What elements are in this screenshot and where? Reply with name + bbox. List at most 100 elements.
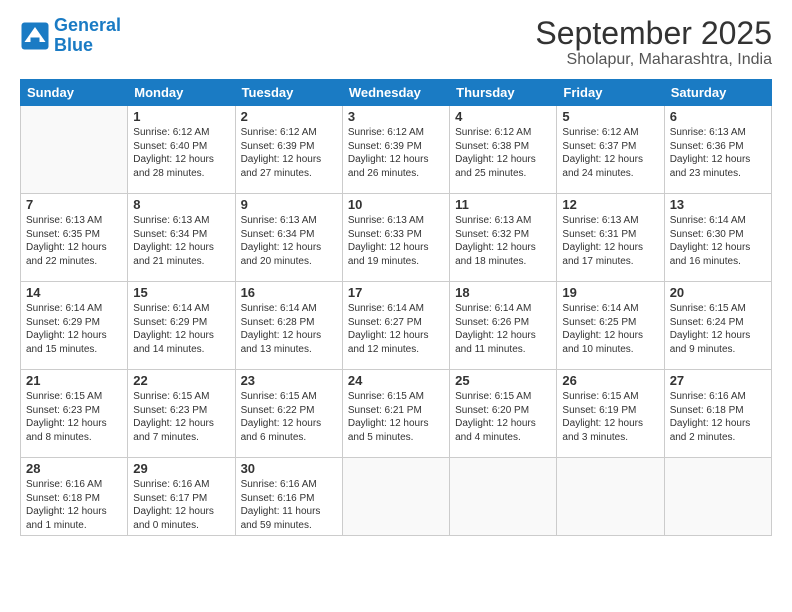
day-number: 8 bbox=[133, 197, 229, 212]
day-info: Sunrise: 6:13 AM Sunset: 6:35 PM Dayligh… bbox=[26, 214, 122, 268]
day-number: 15 bbox=[133, 285, 229, 300]
calendar-cell: 29 Sunrise: 6:16 AM Sunset: 6:17 PM Dayli… bbox=[128, 458, 235, 536]
calendar-cell: 15Sunrise: 6:14 AM Sunset: 6:29 PM Dayli… bbox=[128, 282, 235, 370]
calendar-week-4: 21 Sunrise: 6:15 AM Sunset: 6:23 PM Dayli… bbox=[21, 370, 772, 458]
calendar-cell: 24 Sunrise: 6:15 AM Sunset: 6:21 PM Dayli… bbox=[342, 370, 449, 458]
calendar-cell bbox=[664, 458, 771, 536]
day-info: Sunrise: 6:13 AM Sunset: 6:31 PM Dayligh… bbox=[562, 214, 658, 268]
day-number: 3 bbox=[348, 109, 444, 124]
day-number: 4 bbox=[455, 109, 551, 124]
calendar-cell: 27 Sunrise: 6:16 AM Sunset: 6:18 PM Dayli… bbox=[664, 370, 771, 458]
day-info: Sunrise: 6:15 AM Sunset: 6:24 PM Dayligh… bbox=[670, 302, 766, 356]
calendar-header-wednesday: Wednesday bbox=[342, 80, 449, 106]
day-number: 14 bbox=[26, 285, 122, 300]
day-number: 20 bbox=[670, 285, 766, 300]
day-number: 18 bbox=[455, 285, 551, 300]
calendar-week-1: 1 Sunrise: 6:12 AM Sunset: 6:40 PM Daylig… bbox=[21, 106, 772, 194]
day-info: Sunrise: 6:14 AM Sunset: 6:30 PM Dayligh… bbox=[670, 214, 766, 268]
calendar-cell: 3 Sunrise: 6:12 AM Sunset: 6:39 PM Daylig… bbox=[342, 106, 449, 194]
day-info: Sunrise: 6:15 AM Sunset: 6:21 PM Dayligh… bbox=[348, 390, 444, 444]
calendar-cell: 28 Sunrise: 6:16 AM Sunset: 6:18 PM Dayli… bbox=[21, 458, 128, 536]
calendar-cell bbox=[342, 458, 449, 536]
calendar-cell: 21 Sunrise: 6:15 AM Sunset: 6:23 PM Dayli… bbox=[21, 370, 128, 458]
day-number: 24 bbox=[348, 373, 444, 388]
day-info: Sunrise: 6:12 AM Sunset: 6:39 PM Dayligh… bbox=[241, 126, 337, 180]
calendar-cell bbox=[21, 106, 128, 194]
calendar-cell: 30 Sunrise: 6:16 AM Sunset: 6:16 PM Dayli… bbox=[235, 458, 342, 536]
day-number: 11 bbox=[455, 197, 551, 212]
day-info: Sunrise: 6:12 AM Sunset: 6:39 PM Dayligh… bbox=[348, 126, 444, 180]
calendar-cell: 17 Sunrise: 6:14 AM Sunset: 6:27 PM Dayli… bbox=[342, 282, 449, 370]
logo: General Blue bbox=[20, 16, 121, 56]
day-number: 17 bbox=[348, 285, 444, 300]
day-info: Sunrise: 6:12 AM Sunset: 6:37 PM Dayligh… bbox=[562, 126, 658, 180]
day-info: Sunrise: 6:14 AM Sunset: 6:26 PM Dayligh… bbox=[455, 302, 551, 356]
day-info: Sunrise: 6:14 AM Sunset: 6:28 PM Dayligh… bbox=[241, 302, 337, 356]
day-number: 27 bbox=[670, 373, 766, 388]
day-info: Sunrise: 6:15 AM Sunset: 6:20 PM Dayligh… bbox=[455, 390, 551, 444]
day-info: Sunrise: 6:14 AM Sunset: 6:27 PM Dayligh… bbox=[348, 302, 444, 356]
calendar-cell: 7 Sunrise: 6:13 AM Sunset: 6:35 PM Daylig… bbox=[21, 194, 128, 282]
calendar-cell: 8 Sunrise: 6:13 AM Sunset: 6:34 PM Daylig… bbox=[128, 194, 235, 282]
calendar-header-saturday: Saturday bbox=[664, 80, 771, 106]
calendar-cell: 18 Sunrise: 6:14 AM Sunset: 6:26 PM Dayli… bbox=[450, 282, 557, 370]
calendar-cell: 13 Sunrise: 6:14 AM Sunset: 6:30 PM Dayli… bbox=[664, 194, 771, 282]
calendar-cell: 9Sunrise: 6:13 AM Sunset: 6:34 PM Daylig… bbox=[235, 194, 342, 282]
day-number: 10 bbox=[348, 197, 444, 212]
day-number: 28 bbox=[26, 461, 122, 476]
day-number: 9 bbox=[241, 197, 337, 212]
day-number: 29 bbox=[133, 461, 229, 476]
day-info: Sunrise: 6:16 AM Sunset: 6:17 PM Dayligh… bbox=[133, 478, 229, 532]
calendar-cell: 22 Sunrise: 6:15 AM Sunset: 6:23 PM Dayli… bbox=[128, 370, 235, 458]
calendar-cell: 6 Sunrise: 6:13 AM Sunset: 6:36 PM Daylig… bbox=[664, 106, 771, 194]
calendar-header-thursday: Thursday bbox=[450, 80, 557, 106]
day-number: 25 bbox=[455, 373, 551, 388]
day-info: Sunrise: 6:15 AM Sunset: 6:22 PM Dayligh… bbox=[241, 390, 337, 444]
calendar-header-tuesday: Tuesday bbox=[235, 80, 342, 106]
calendar-week-2: 7 Sunrise: 6:13 AM Sunset: 6:35 PM Daylig… bbox=[21, 194, 772, 282]
logo-general: General bbox=[54, 15, 121, 35]
day-info: Sunrise: 6:16 AM Sunset: 6:18 PM Dayligh… bbox=[26, 478, 122, 532]
day-number: 26 bbox=[562, 373, 658, 388]
day-info: Sunrise: 6:16 AM Sunset: 6:18 PM Dayligh… bbox=[670, 390, 766, 444]
day-info: Sunrise: 6:14 AM Sunset: 6:25 PM Dayligh… bbox=[562, 302, 658, 356]
logo-text: General Blue bbox=[54, 16, 121, 56]
page: General Blue September 2025 Sholapur, Ma… bbox=[0, 0, 792, 612]
calendar-cell: 5 Sunrise: 6:12 AM Sunset: 6:37 PM Daylig… bbox=[557, 106, 664, 194]
calendar-week-3: 14Sunrise: 6:14 AM Sunset: 6:29 PM Dayli… bbox=[21, 282, 772, 370]
day-info: Sunrise: 6:13 AM Sunset: 6:34 PM Dayligh… bbox=[133, 214, 229, 268]
day-number: 22 bbox=[133, 373, 229, 388]
title-section: September 2025 Sholapur, Maharashtra, In… bbox=[535, 16, 772, 69]
calendar-cell: 4Sunrise: 6:12 AM Sunset: 6:38 PM Daylig… bbox=[450, 106, 557, 194]
logo-blue: Blue bbox=[54, 35, 93, 55]
day-number: 30 bbox=[241, 461, 337, 476]
day-number: 1 bbox=[133, 109, 229, 124]
calendar-cell: 14Sunrise: 6:14 AM Sunset: 6:29 PM Dayli… bbox=[21, 282, 128, 370]
header: General Blue September 2025 Sholapur, Ma… bbox=[20, 16, 772, 69]
day-number: 6 bbox=[670, 109, 766, 124]
calendar-cell: 1 Sunrise: 6:12 AM Sunset: 6:40 PM Daylig… bbox=[128, 106, 235, 194]
day-info: Sunrise: 6:15 AM Sunset: 6:23 PM Dayligh… bbox=[133, 390, 229, 444]
day-info: Sunrise: 6:15 AM Sunset: 6:23 PM Dayligh… bbox=[26, 390, 122, 444]
calendar-header-sunday: Sunday bbox=[21, 80, 128, 106]
day-number: 13 bbox=[670, 197, 766, 212]
calendar-cell: 19 Sunrise: 6:14 AM Sunset: 6:25 PM Dayli… bbox=[557, 282, 664, 370]
calendar-header-friday: Friday bbox=[557, 80, 664, 106]
day-info: Sunrise: 6:12 AM Sunset: 6:40 PM Dayligh… bbox=[133, 126, 229, 180]
day-number: 5 bbox=[562, 109, 658, 124]
calendar-table: SundayMondayTuesdayWednesdayThursdayFrid… bbox=[20, 79, 772, 536]
calendar-cell: 20 Sunrise: 6:15 AM Sunset: 6:24 PM Dayli… bbox=[664, 282, 771, 370]
day-number: 19 bbox=[562, 285, 658, 300]
logo-icon bbox=[20, 21, 50, 51]
day-info: Sunrise: 6:16 AM Sunset: 6:16 PM Dayligh… bbox=[241, 478, 337, 532]
day-number: 21 bbox=[26, 373, 122, 388]
day-number: 16 bbox=[241, 285, 337, 300]
calendar-header-monday: Monday bbox=[128, 80, 235, 106]
calendar-cell bbox=[450, 458, 557, 536]
day-info: Sunrise: 6:13 AM Sunset: 6:33 PM Dayligh… bbox=[348, 214, 444, 268]
day-number: 12 bbox=[562, 197, 658, 212]
calendar-cell: 10 Sunrise: 6:13 AM Sunset: 6:33 PM Dayli… bbox=[342, 194, 449, 282]
day-number: 7 bbox=[26, 197, 122, 212]
day-number: 23 bbox=[241, 373, 337, 388]
day-info: Sunrise: 6:13 AM Sunset: 6:36 PM Dayligh… bbox=[670, 126, 766, 180]
